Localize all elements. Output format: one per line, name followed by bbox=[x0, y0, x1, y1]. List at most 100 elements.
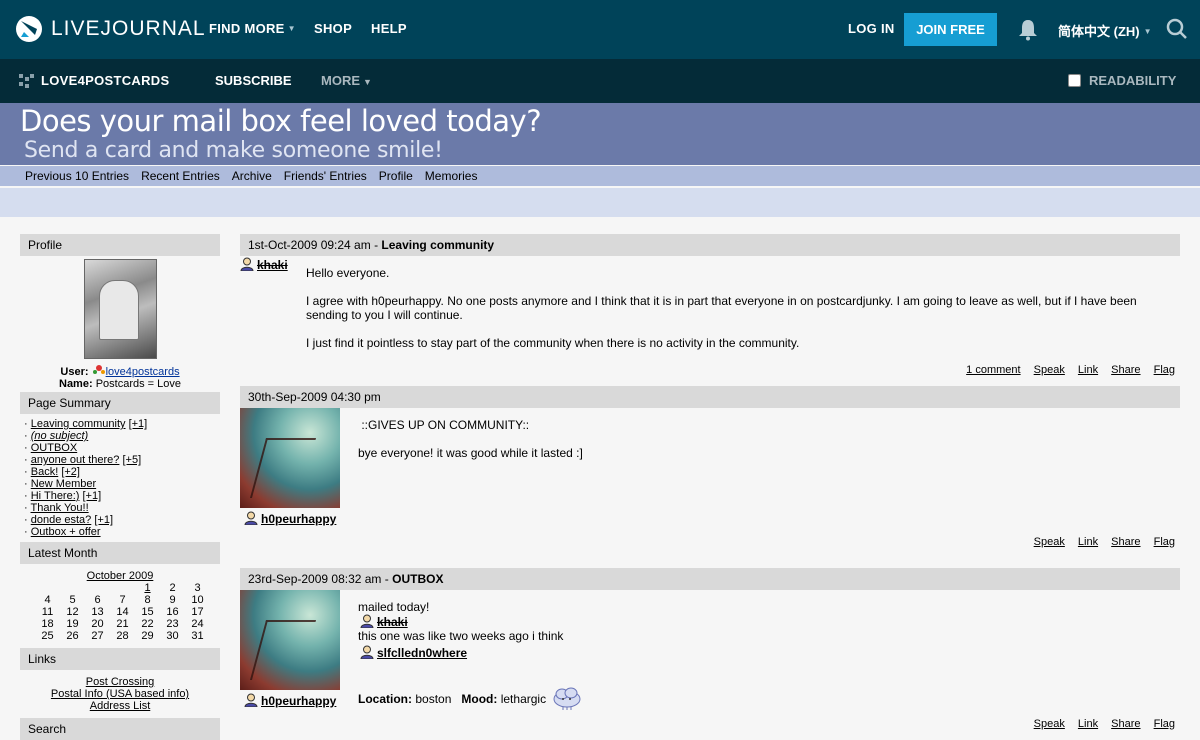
link-address-list[interactable]: Address List bbox=[20, 700, 220, 712]
user-icon[interactable] bbox=[360, 614, 374, 628]
summary-link[interactable]: OUTBOX bbox=[31, 442, 77, 454]
livejournal-logo[interactable]: LIVEJOURNAL bbox=[15, 15, 206, 43]
latest-month-heading: Latest Month bbox=[20, 542, 220, 564]
nav-recent-entries[interactable]: Recent Entries bbox=[141, 169, 220, 183]
calendar-day: 21 bbox=[116, 618, 129, 630]
entry-title[interactable]: Leaving community bbox=[381, 238, 494, 252]
list-item: · (no subject) bbox=[24, 430, 89, 442]
user-icon[interactable] bbox=[244, 693, 258, 707]
comment-count[interactable]: [+5] bbox=[122, 454, 141, 466]
comment-count[interactable]: [+2] bbox=[61, 466, 80, 478]
entries-column: 1st-Oct-2009 09:24 am - Leaving communit… bbox=[240, 234, 1180, 740]
share-link[interactable]: Share bbox=[1111, 364, 1140, 376]
summary-link[interactable]: donde esta? bbox=[31, 514, 92, 526]
summary-link[interactable]: New Member bbox=[31, 478, 96, 490]
journal-name[interactable]: LOVE4POSTCARDS bbox=[41, 73, 169, 88]
speak-link[interactable]: Speak bbox=[1034, 364, 1065, 376]
poster-name[interactable]: h0peurhappy bbox=[261, 694, 336, 708]
speak-link[interactable]: Speak bbox=[1034, 718, 1065, 730]
entry-text: mailed today! bbox=[358, 600, 430, 614]
summary-link[interactable]: anyone out there? bbox=[31, 454, 120, 466]
user-icon[interactable] bbox=[244, 511, 258, 525]
link-link[interactable]: Link bbox=[1078, 364, 1098, 376]
comment-count[interactable]: [+1] bbox=[83, 490, 102, 502]
calendar-month[interactable]: October 2009 bbox=[20, 570, 220, 582]
nav-archive[interactable]: Archive bbox=[232, 169, 272, 183]
calendar-day: 22 bbox=[141, 618, 154, 630]
link-postal-info[interactable]: Postal Info (USA based info) bbox=[20, 688, 220, 700]
nav-profile[interactable]: Profile bbox=[379, 169, 413, 183]
entry: 23rd-Sep-2009 08:32 am - OUTBOX h0peurha… bbox=[240, 568, 1180, 740]
userpic[interactable] bbox=[240, 408, 340, 508]
mentioned-user-name[interactable]: slfclledn0where bbox=[377, 646, 467, 660]
comments-link[interactable]: 1 comment bbox=[966, 364, 1020, 376]
nav-friends-entries[interactable]: Friends' Entries bbox=[284, 169, 367, 183]
list-item: · donde esta? [+1] bbox=[24, 514, 114, 526]
nav-find-more[interactable]: FIND MORE ▼ bbox=[209, 21, 296, 36]
summary-link[interactable]: Back! bbox=[31, 466, 59, 478]
search-icon[interactable] bbox=[1166, 18, 1188, 40]
nav-help[interactable]: HELP bbox=[371, 21, 407, 36]
summary-link[interactable]: Thank You!! bbox=[31, 502, 89, 514]
calendar-day: 25 bbox=[41, 630, 54, 642]
top-bar: LIVEJOURNAL FIND MORE ▼ SHOP HELP LOG IN … bbox=[0, 0, 1200, 59]
comment-count[interactable]: [+1] bbox=[129, 418, 148, 430]
list-item: · Back! [+2] bbox=[24, 466, 80, 478]
more-menu[interactable]: MORE ▼ bbox=[321, 73, 372, 88]
summary-link[interactable]: Hi There:) bbox=[31, 490, 80, 502]
list-item: · Hi There:) [+1] bbox=[24, 490, 102, 502]
link-link[interactable]: Link bbox=[1078, 718, 1098, 730]
calendar-day-link[interactable]: 1 bbox=[135, 582, 160, 594]
user-icon[interactable] bbox=[240, 257, 254, 271]
livejournal-logo-icon bbox=[16, 16, 42, 42]
list-item: · Outbox + offer bbox=[24, 526, 101, 538]
list-item: · Leaving community [+1] bbox=[24, 418, 148, 430]
list-item: · anyone out there? [+5] bbox=[24, 454, 142, 466]
login-link[interactable]: LOG IN bbox=[848, 21, 895, 36]
entry-date: 23rd-Sep-2009 08:32 am bbox=[248, 572, 382, 586]
mailbox-image bbox=[98, 280, 139, 340]
bell-icon[interactable] bbox=[1018, 19, 1038, 41]
flag-link[interactable]: Flag bbox=[1154, 536, 1175, 548]
link-post-crossing[interactable]: Post Crossing bbox=[20, 676, 220, 688]
page-summary-list: · Leaving community [+1] · (no subject) … bbox=[20, 414, 220, 542]
share-link[interactable]: Share bbox=[1111, 536, 1140, 548]
nav-shop[interactable]: SHOP bbox=[314, 21, 352, 36]
calendar-day: 24 bbox=[191, 618, 204, 630]
mentioned-user-name[interactable]: khaki bbox=[377, 615, 408, 629]
subscribe-button[interactable]: SUBSCRIBE bbox=[215, 73, 292, 88]
search-heading: Search bbox=[20, 718, 220, 740]
list-item: · Thank You!! bbox=[24, 502, 89, 514]
nav-previous-entries[interactable]: Previous 10 Entries bbox=[25, 169, 129, 183]
poster-name[interactable]: khaki bbox=[257, 258, 288, 272]
nav-memories[interactable]: Memories bbox=[425, 169, 478, 183]
nav-find-more-label: FIND MORE bbox=[209, 21, 285, 36]
link-link[interactable]: Link bbox=[1078, 536, 1098, 548]
profile-picture[interactable] bbox=[83, 259, 157, 359]
summary-link[interactable]: (no subject) bbox=[31, 430, 88, 442]
calendar-grid: 123 4 5 6 7 8 9 10 11 12 13 14 15 16 17 18 19 20 21 22 23… bbox=[35, 582, 210, 642]
language-selector[interactable]: 简体中文 (ZH) ▼ bbox=[1058, 21, 1152, 40]
readability-checkbox[interactable] bbox=[1068, 74, 1081, 87]
join-free-button[interactable]: JOIN FREE bbox=[904, 13, 997, 46]
readability-label[interactable]: READABILITY bbox=[1089, 73, 1176, 88]
user-link[interactable]: love4postcards bbox=[106, 366, 180, 378]
flag-link[interactable]: Flag bbox=[1154, 364, 1175, 376]
summary-link[interactable]: Leaving community bbox=[31, 418, 126, 430]
user-label: User: bbox=[60, 366, 89, 378]
entry-actions: Speak Link Share Flag bbox=[1024, 718, 1175, 730]
flag-link[interactable]: Flag bbox=[1154, 718, 1175, 730]
userpic[interactable] bbox=[240, 590, 340, 690]
share-link[interactable]: Share bbox=[1111, 718, 1140, 730]
user-icon[interactable] bbox=[360, 645, 374, 659]
entry-date: 30th-Sep-2009 04:30 pm bbox=[248, 390, 381, 404]
comment-count[interactable]: [+1] bbox=[94, 514, 113, 526]
entry-title[interactable]: OUTBOX bbox=[392, 572, 443, 586]
tree-image bbox=[249, 438, 317, 498]
tree-image bbox=[249, 620, 317, 680]
poster-name[interactable]: h0peurhappy bbox=[261, 512, 336, 526]
location-value: boston bbox=[415, 692, 452, 706]
summary-link[interactable]: Outbox + offer bbox=[31, 526, 101, 538]
speak-link[interactable]: Speak bbox=[1034, 536, 1065, 548]
calendar-day: 12 bbox=[66, 606, 79, 618]
